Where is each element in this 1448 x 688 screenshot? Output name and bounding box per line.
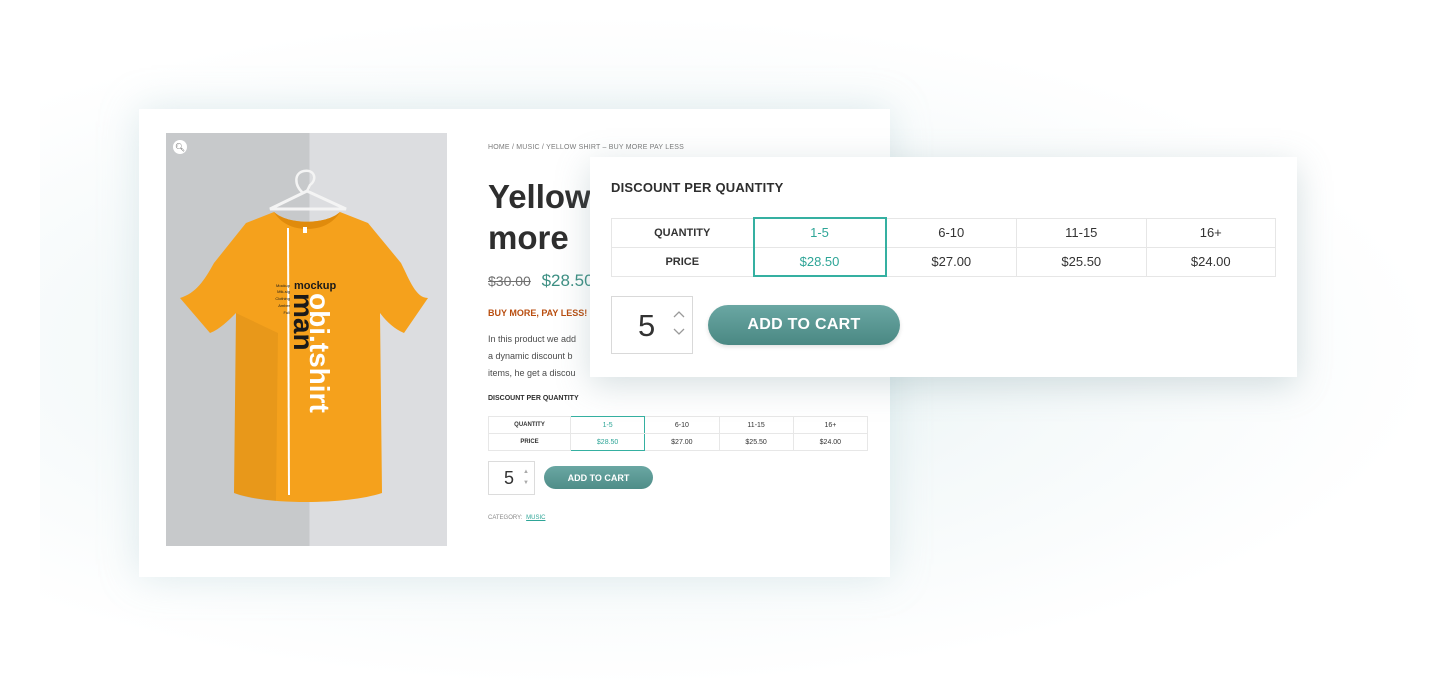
tier-price-cell[interactable]: $27.00 <box>644 433 720 451</box>
category-link[interactable]: MUSIC <box>526 515 545 521</box>
shirt-print-big-2: man <box>288 293 319 351</box>
sale-price: $28.50 <box>541 271 594 290</box>
shirt-print-small: mockup <box>294 280 336 292</box>
table-row: QUANTITY 1-5 6-10 11-15 16+ <box>611 217 1277 248</box>
table-row: PRICE $28.50 $27.00 $25.50 $24.00 <box>611 246 1277 277</box>
tier-price-cell[interactable]: $27.00 <box>884 246 1018 277</box>
chevron-down-icon[interactable]: ▼ <box>523 480 529 486</box>
tier-qty-cell[interactable]: 6-10 <box>884 217 1018 248</box>
product-image[interactable]: mockup Mockup Mtk-sig Clothing Amber Ful… <box>166 133 447 546</box>
tier-qty-cell[interactable]: 16+ <box>792 416 869 434</box>
magnifier-icon[interactable]: 🔍︎ <box>173 140 187 154</box>
row-label-price: PRICE <box>488 433 571 451</box>
quantity-value[interactable]: 5 <box>504 468 514 489</box>
tier-qty-cell[interactable]: 6-10 <box>644 416 720 434</box>
discount-zoom-panel: DISCOUNT PER QUANTITY QUANTITY 1-5 6-10 … <box>590 157 1297 377</box>
tier-qty-cell[interactable]: 11-15 <box>1016 217 1147 248</box>
chevron-up-icon[interactable] <box>672 309 686 319</box>
old-price: $30.00 <box>488 273 531 289</box>
tier-qty-cell[interactable]: 1-5 <box>752 217 887 248</box>
tier-price-cell[interactable]: $25.50 <box>1016 246 1147 277</box>
tier-qty-cell[interactable]: 1-5 <box>569 416 646 434</box>
discount-heading-large: DISCOUNT PER QUANTITY <box>611 180 784 195</box>
quantity-stepper[interactable]: 5 ▲ ▼ <box>488 461 535 495</box>
tier-price-cell[interactable]: $28.50 <box>752 246 887 277</box>
quantity-value[interactable]: 5 <box>638 308 655 344</box>
promo-text: BUY MORE, PAY LESS! <box>488 308 588 318</box>
row-label-price: PRICE <box>611 246 754 277</box>
tier-qty-cell[interactable]: 16+ <box>1145 217 1277 248</box>
tier-price-cell[interactable]: $28.50 <box>569 433 646 451</box>
tier-price-cell[interactable]: $25.50 <box>718 433 794 451</box>
breadcrumb[interactable]: HOME / MUSIC / YELLOW SHIRT – BUY MORE P… <box>488 144 684 151</box>
row-label-quantity: QUANTITY <box>611 217 754 248</box>
shirt-side-line: Mockup <box>276 283 291 288</box>
chevron-down-icon[interactable] <box>672 327 686 337</box>
discount-table: QUANTITY 1-5 6-10 11-15 16+ PRICE $28.50… <box>488 416 869 451</box>
discount-table-large: QUANTITY 1-5 6-10 11-15 16+ PRICE $28.50… <box>611 217 1277 277</box>
tshirt-image: mockup Mockup Mtk-sig Clothing Amber Ful… <box>180 169 428 502</box>
tier-price-cell[interactable]: $24.00 <box>1145 246 1277 277</box>
tier-price-cell[interactable]: $24.00 <box>792 433 869 451</box>
price-row: $30.00 $28.50 <box>488 271 594 291</box>
quantity-stepper-large[interactable]: 5 <box>611 296 693 354</box>
add-to-cart-button[interactable]: ADD TO CART <box>544 466 653 489</box>
category-label: CATEGORY: <box>488 515 523 521</box>
shirt-side-line: Clothing <box>275 296 290 301</box>
add-to-cart-button-large[interactable]: ADD TO CART <box>708 305 900 345</box>
discount-heading: DISCOUNT PER QUANTITY <box>488 395 579 402</box>
table-row: PRICE $28.50 $27.00 $25.50 $24.00 <box>488 433 869 451</box>
row-label-quantity: QUANTITY <box>488 416 571 434</box>
chevron-up-icon[interactable]: ▲ <box>523 469 529 475</box>
tier-qty-cell[interactable]: 11-15 <box>718 416 794 434</box>
category-info: CATEGORY: MUSIC <box>488 515 545 521</box>
table-row: QUANTITY 1-5 6-10 11-15 16+ <box>488 416 869 434</box>
